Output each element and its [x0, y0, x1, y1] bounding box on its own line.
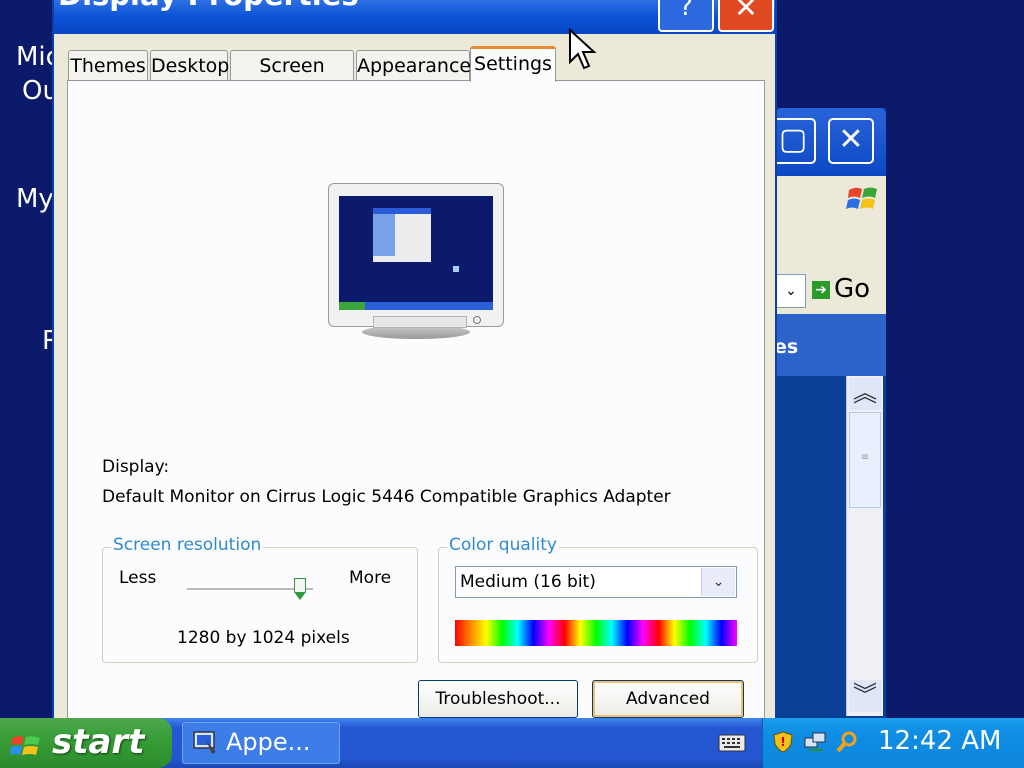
keyboard-icon[interactable]: [718, 734, 746, 752]
color-spectrum-bar: [455, 620, 737, 646]
start-button[interactable]: start: [0, 718, 172, 768]
tab-themes[interactable]: Themes: [68, 50, 148, 80]
go-button[interactable]: ➔ Go: [812, 274, 870, 304]
screen-resolution-title: Screen resolution: [111, 535, 264, 555]
preview-desktop-icon: [453, 266, 459, 272]
address-bar-row: ⌄ ➔ Go: [776, 268, 886, 314]
resolution-slider-thumb[interactable]: [294, 578, 307, 600]
mouse-pointer-icon: [569, 28, 597, 70]
color-quality-title: Color quality: [447, 535, 559, 555]
task-pane: [776, 376, 846, 718]
preview-window: [373, 208, 431, 262]
preview-start-button: [339, 302, 365, 310]
windows-logo-icon: [846, 187, 877, 209]
scroll-up-icon[interactable]: ︽: [849, 378, 881, 410]
taskbar-item[interactable]: Appe...: [182, 722, 340, 764]
monitor-body: [328, 183, 504, 328]
system-clock[interactable]: 12:42 AM: [878, 726, 1001, 756]
svg-text:!: !: [780, 735, 785, 749]
go-arrow-icon: ➔: [812, 280, 830, 299]
slider-less-label: Less: [119, 568, 157, 588]
taskbar-item-label: Appe...: [226, 728, 311, 756]
display-properties-icon: [193, 731, 216, 754]
chevron-down-icon[interactable]: ⌄: [701, 568, 735, 596]
network-icon[interactable]: [803, 730, 827, 754]
tab-desktop[interactable]: Desktop: [150, 50, 229, 80]
tab-screen-saver[interactable]: Screen Saver: [230, 50, 354, 107]
screen-resolution-group: Screen resolution Less More 1280 by 1024…: [102, 535, 418, 663]
security-shield-icon[interactable]: !: [771, 730, 795, 754]
scroll-down-icon[interactable]: ︾: [849, 680, 881, 712]
start-label: start: [52, 722, 145, 762]
browser-toolbar-row: [776, 226, 886, 272]
close-button[interactable]: ✕: [718, 0, 774, 32]
background-browser-window: ▢ ✕ ⌄ ➔ Go es ︽ ≡ ︾: [770, 108, 886, 718]
browser-toolbar: [776, 176, 886, 227]
close-button[interactable]: ✕: [828, 118, 874, 164]
settings-panel: Display: Default Monitor on Cirrus Logic…: [67, 80, 765, 720]
desktop-icon-label[interactable]: My: [16, 184, 54, 214]
display-adapter-name: Default Monitor on Cirrus Logic 5446 Com…: [102, 487, 671, 507]
display-label: Display:: [102, 457, 170, 477]
help-button[interactable]: ?: [658, 0, 714, 32]
color-quality-value: Medium (16 bit): [460, 572, 596, 592]
dialog-title: Display Properties: [58, 0, 359, 12]
monitor-screen-preview: [339, 196, 493, 310]
display-properties-dialog: Display Properties ? ✕ Themes Desktop Sc…: [52, 0, 777, 720]
search-icon[interactable]: [835, 730, 859, 754]
color-quality-select[interactable]: Medium (16 bit) ⌄: [455, 566, 737, 598]
tab-appearance[interactable]: Appearance: [356, 50, 471, 80]
go-label: Go: [834, 274, 871, 304]
windows-logo-icon: [10, 736, 40, 755]
address-dropdown-button[interactable]: ⌄: [776, 274, 806, 308]
color-quality-group: Color quality Medium (16 bit) ⌄: [438, 535, 758, 663]
scrollbar-thumb[interactable]: ≡: [849, 412, 881, 508]
resolution-value: 1280 by 1024 pixels: [177, 628, 350, 648]
task-pane-header: es: [774, 314, 886, 376]
slider-more-label: More: [349, 568, 392, 588]
background-window-titlebar: ▢ ✕: [770, 108, 886, 176]
taskbar: start Appe... ! 12:42 AM: [0, 718, 1024, 768]
advanced-button[interactable]: Advanced: [592, 680, 744, 718]
monitor-preview: [328, 183, 504, 339]
monitor-power-led: [473, 316, 481, 324]
tab-settings[interactable]: Settings: [470, 46, 556, 82]
monitor-chin: [373, 316, 467, 328]
vertical-scrollbar[interactable]: ︽ ≡ ︾: [846, 376, 883, 716]
troubleshoot-button[interactable]: Troubleshoot...: [418, 680, 578, 718]
task-pane-header-text: es: [774, 336, 799, 358]
